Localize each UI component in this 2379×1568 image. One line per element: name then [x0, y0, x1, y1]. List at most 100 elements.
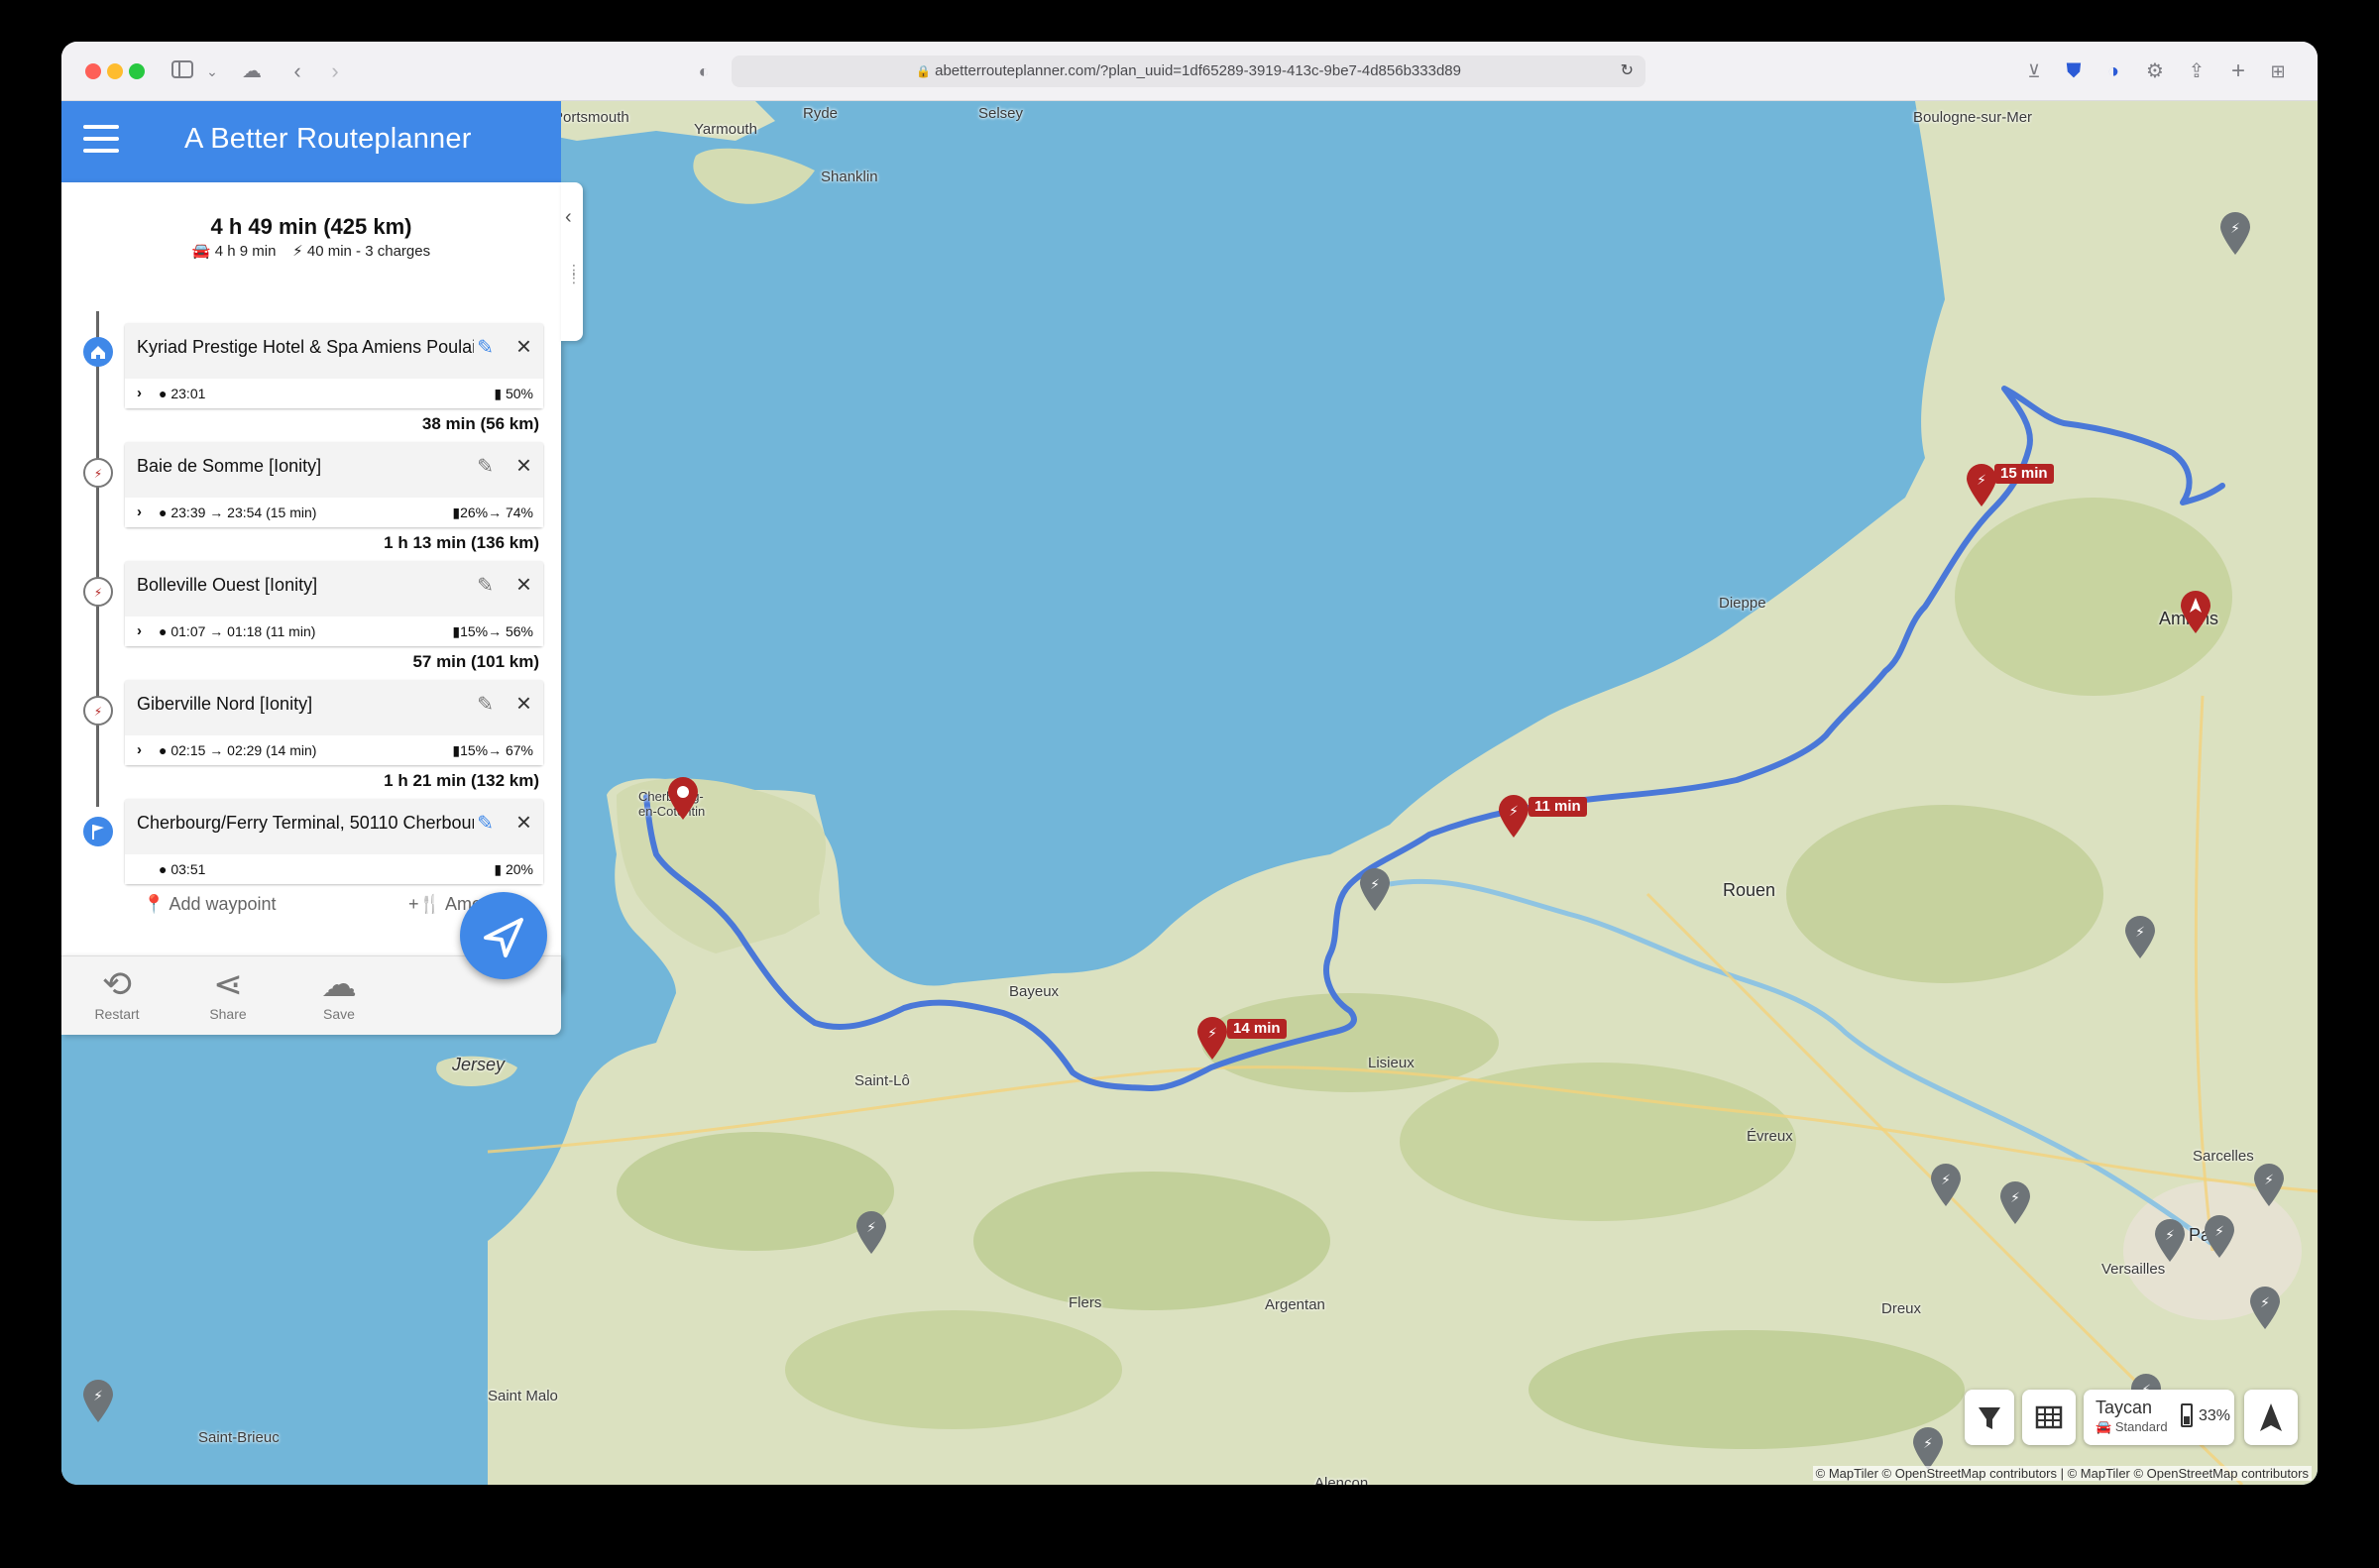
waypoint-battery: 20%	[505, 861, 533, 877]
edit-icon[interactable]: ✎	[477, 692, 494, 717]
close-icon[interactable]: ×	[516, 688, 531, 719]
vehicle-battery: 33%	[2199, 1407, 2231, 1424]
chevron-down-icon[interactable]: ⌄	[196, 56, 228, 87]
edit-icon[interactable]: ✎	[477, 811, 494, 836]
waypoint-card-stop[interactable]: Bolleville Ouest [Ionity] ✎ × › ● 01:07 …	[125, 561, 543, 646]
collapse-panel-button[interactable]: ‹ ⋮ ⋮	[561, 182, 583, 341]
close-icon[interactable]: ×	[516, 569, 531, 600]
waypoint-card-origin[interactable]: Kyriad Prestige Hotel & Spa Amiens Poula…	[125, 323, 543, 408]
forward-icon[interactable]: ›	[319, 56, 351, 87]
waypoint-detail: › ● 02:15 → 02:29 (14 min) ▮15%→ 67%	[125, 735, 543, 765]
svg-text:⚡: ⚡	[93, 1388, 103, 1403]
charger-pin-giberville[interactable]: ⚡	[1195, 1017, 1229, 1061]
battery-icon: ▮	[452, 623, 461, 639]
waypoint-battery: 15%→ 56%	[460, 623, 533, 639]
drag-handle-icon[interactable]: ⋮ ⋮	[567, 263, 581, 284]
save-button[interactable]: ☁ Save	[299, 962, 379, 1022]
charger-pin-available[interactable]: ⚡	[854, 1211, 888, 1255]
menu-icon[interactable]	[83, 125, 119, 157]
app-title: A Better Routeplanner	[184, 123, 472, 155]
place-label-jersey: Jersey	[452, 1055, 506, 1074]
waypoint-time: 02:15 → 02:29 (14 min)	[170, 742, 317, 758]
privacy-shield-icon[interactable]: ◐	[688, 56, 720, 87]
place-label-sarcelles: Sarcelles	[2193, 1148, 2254, 1165]
close-window-button[interactable]	[85, 63, 101, 79]
svg-text:⚡: ⚡	[2230, 220, 2240, 236]
close-icon[interactable]: ×	[516, 450, 531, 481]
restart-button[interactable]: ⟲ Restart	[77, 962, 157, 1022]
waypoint-card-destination[interactable]: Cherbourg/Ferry Terminal, 50110 Cherbour…	[125, 799, 543, 884]
tab-overview-icon[interactable]: ⊞	[2262, 56, 2294, 87]
battery-icon: ▮	[452, 742, 461, 758]
extension-shield-icon[interactable]: ⛊	[2058, 56, 2090, 87]
battery-icon	[2181, 1403, 2193, 1427]
destination-pin[interactable]	[666, 777, 700, 821]
place-label-lisieux: Lisieux	[1368, 1055, 1415, 1071]
start-navigation-button[interactable]	[460, 892, 547, 979]
filter-icon	[1979, 1407, 2000, 1429]
close-icon[interactable]: ×	[516, 331, 531, 362]
charger-pin-available[interactable]: ⚡	[81, 1380, 115, 1423]
url-bar[interactable]: 🔒 abetterrouteplanner.com/?plan_uuid=1df…	[732, 56, 1645, 87]
new-tab-icon[interactable]: +	[2222, 56, 2254, 87]
place-label-rouen: Rouen	[1723, 880, 1776, 900]
charger-pin-baie-de-somme[interactable]: ⚡	[1965, 464, 1998, 507]
share-icon[interactable]: ⇪	[2181, 56, 2212, 87]
charger-pin-available[interactable]: ⚡	[2153, 1219, 2187, 1263]
recenter-button[interactable]	[2244, 1390, 2298, 1445]
table-view-button[interactable]	[2022, 1390, 2076, 1445]
cloud-tabs-icon[interactable]: ☁	[236, 56, 268, 87]
gear-icon[interactable]: ⚙	[2139, 56, 2171, 87]
cloud-upload-icon: ☁	[321, 963, 357, 1004]
home-icon	[83, 337, 113, 367]
waypoint-time: 03:51	[170, 861, 206, 877]
battery-icon: ▮	[494, 386, 503, 401]
vehicle-selector[interactable]: Taycan 🚘 Standard 33%	[2084, 1390, 2234, 1445]
edit-icon[interactable]: ✎	[477, 454, 494, 479]
waypoint-name: Kyriad Prestige Hotel & Spa Amiens Poula…	[137, 337, 474, 357]
charger-pin-available[interactable]: ⚡	[2203, 1215, 2236, 1259]
place-label-portsmouth: Portsmouth	[553, 109, 629, 126]
charger-pin-available[interactable]: ⚡	[1358, 868, 1392, 912]
charger-pin-available[interactable]: ⚡	[2123, 916, 2157, 959]
maximize-window-button[interactable]	[129, 63, 145, 79]
download-icon[interactable]: ⊻	[2018, 56, 2050, 87]
svg-text:⚡: ⚡	[94, 467, 102, 481]
waypoint-card-stop[interactable]: Baie de Somme [Ionity] ✎ × › ● 23:39 → 2…	[125, 442, 543, 527]
charger-pin-available[interactable]: ⚡	[1929, 1164, 1963, 1207]
route-sub-summary: 🚘 4 h 9 min ⚡ 40 min - 3 charges	[61, 242, 561, 260]
charge-time-badge: 15 min	[1994, 464, 2054, 484]
chevron-right-icon[interactable]: ›	[137, 504, 142, 520]
reload-icon[interactable]: ↻	[1621, 56, 1634, 87]
chevron-right-icon[interactable]: ›	[137, 622, 142, 639]
place-label-saint-malo: Saint Malo	[488, 1388, 558, 1404]
place-label-argentan: Argentan	[1265, 1296, 1325, 1313]
close-icon[interactable]: ×	[516, 807, 531, 838]
waypoint-card-stop[interactable]: Giberville Nord [Ionity] ✎ × › ● 02:15 →…	[125, 680, 543, 765]
charger-pin-available[interactable]: ⚡	[2252, 1164, 2286, 1207]
dark-mode-icon[interactable]: ◑	[2097, 56, 2129, 87]
svg-text:⚡: ⚡	[1941, 1172, 1951, 1187]
leg-summary: 57 min (101 km)	[412, 652, 539, 671]
add-waypoint-button[interactable]: 📍 Add waypoint	[143, 894, 277, 915]
charger-pin-bolleville[interactable]: ⚡	[1497, 795, 1530, 839]
leg-summary: 1 h 13 min (136 km)	[384, 533, 539, 552]
charger-pin-available[interactable]: ⚡	[1998, 1181, 2032, 1225]
origin-pin[interactable]	[2179, 591, 2212, 634]
share-button[interactable]: ⋖ Share	[188, 962, 268, 1022]
chevron-right-icon[interactable]: ›	[137, 741, 142, 758]
chevron-right-icon[interactable]: ›	[137, 385, 142, 401]
edit-icon[interactable]: ✎	[477, 335, 494, 360]
share-label: Share	[209, 1006, 247, 1022]
charger-pin-available[interactable]: ⚡	[1911, 1427, 1945, 1471]
charger-stop-icon: ⚡	[83, 458, 113, 488]
charger-pin-available[interactable]: ⚡	[2218, 212, 2252, 256]
charger-pin-available[interactable]: ⚡	[2248, 1287, 2282, 1330]
filter-button[interactable]	[1965, 1390, 2014, 1445]
map-attribution[interactable]: © MapTiler © OpenStreetMap contributors …	[1812, 1466, 2312, 1481]
back-icon[interactable]: ‹	[282, 56, 313, 87]
sidebar-icon[interactable]	[167, 56, 198, 87]
place-label-dreux: Dreux	[1881, 1300, 1922, 1317]
minimize-window-button[interactable]	[107, 63, 123, 79]
edit-icon[interactable]: ✎	[477, 573, 494, 598]
